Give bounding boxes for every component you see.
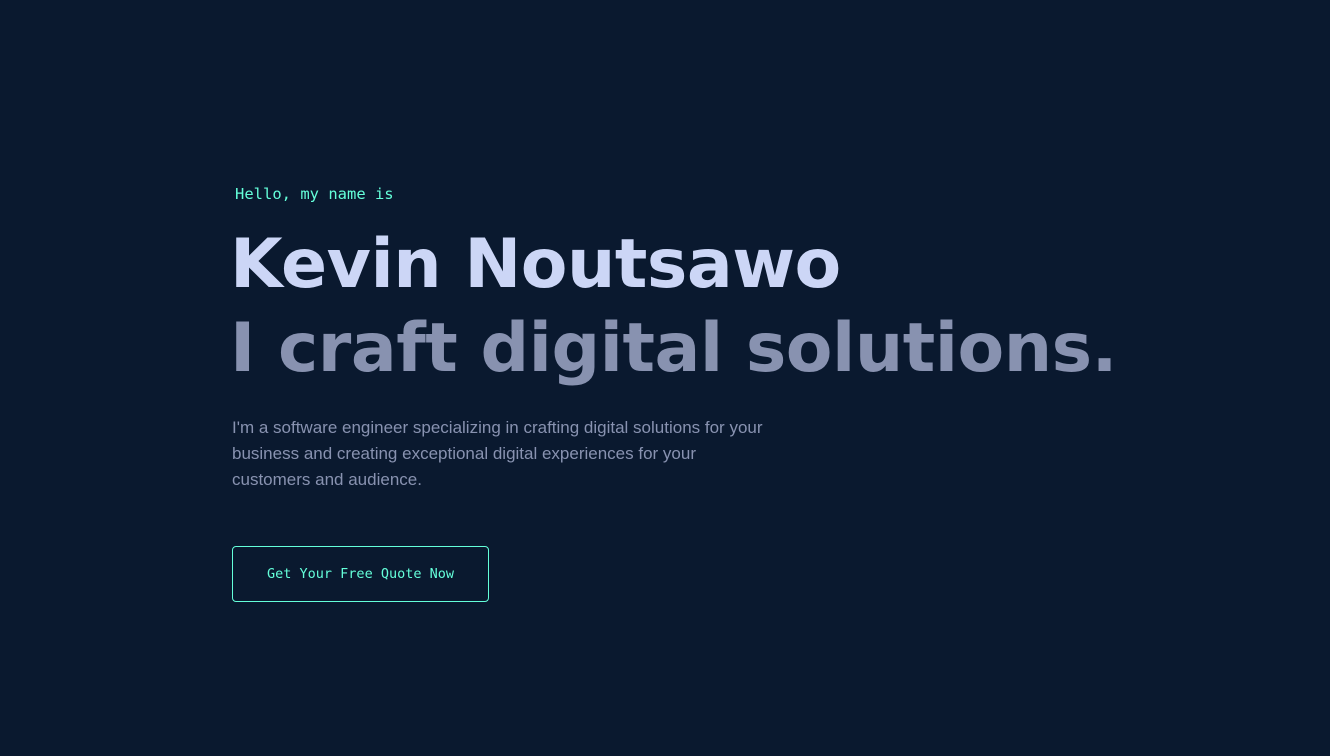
free-quote-button[interactable]: Get Your Free Quote Now (232, 546, 489, 602)
hero-name: Kevin Noutsawo (230, 225, 841, 304)
hero-tagline: I craft digital solutions. (230, 309, 1117, 388)
intro-text: Hello, my name is (235, 185, 394, 203)
hero-description: I'm a software engineer specializing in … (232, 418, 763, 489)
hero-section: Hello, my name is Kevin Noutsawo I craft… (230, 0, 1132, 756)
